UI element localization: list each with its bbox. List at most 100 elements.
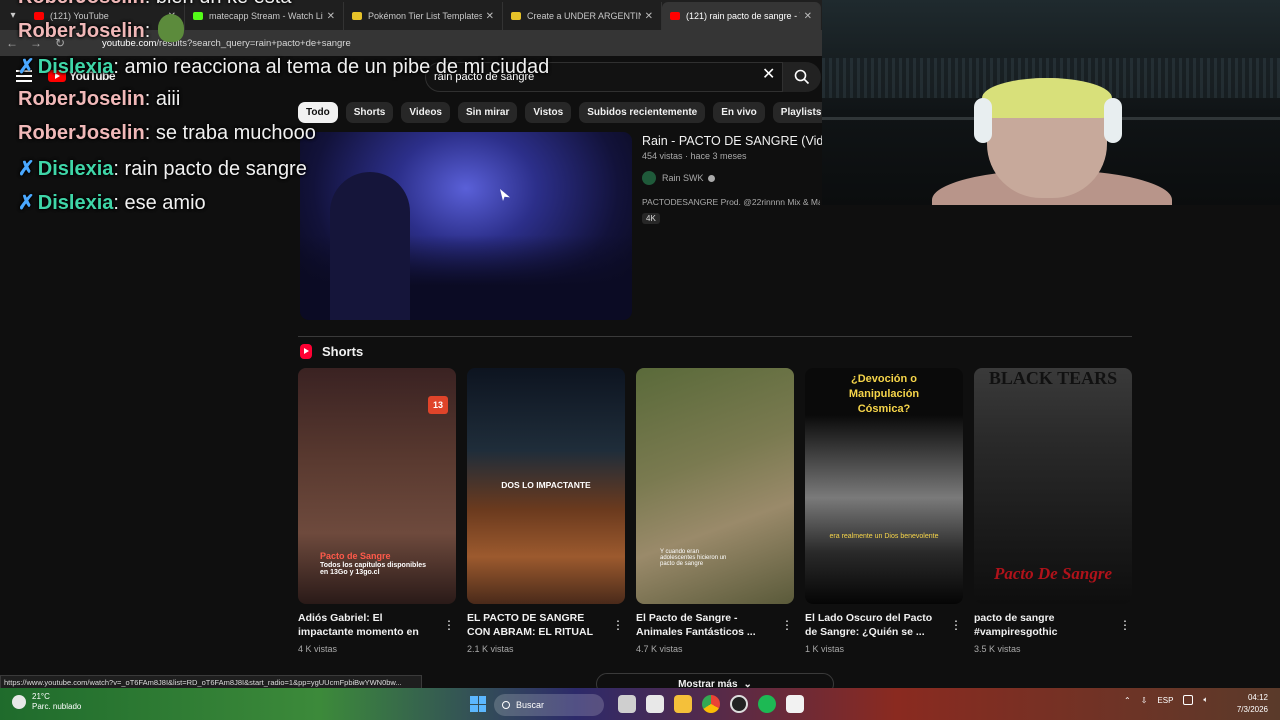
spotify-icon[interactable]: [758, 695, 776, 713]
shorts-heading-text: Shorts: [322, 344, 364, 359]
chip-en-vivo[interactable]: En vivo: [713, 102, 765, 123]
chat-username: RoberJoselin: [18, 122, 145, 144]
short-thumbnail[interactable]: DOS LO IMPACTANTE: [467, 368, 625, 604]
moderator-sword-icon: ✗: [18, 158, 35, 180]
short-overlay-title: DOS LO IMPACTANTE: [501, 480, 591, 490]
webcam-person-hair: [982, 78, 1112, 118]
stream-chat-overlay: RoberJoselin: bien uh ke esta RoberJosel…: [18, 0, 608, 224]
chat-username: RoberJoselin: [18, 88, 145, 110]
taskbar-clock[interactable]: 04:12 7/3/2026: [1226, 692, 1268, 716]
chat-message: ✗ Dislexia: amio reacciona al tema de un …: [18, 56, 550, 78]
chat-message: ✗ Dislexia: rain pacto de sangre: [18, 158, 307, 180]
language-indicator[interactable]: ESP: [1157, 696, 1173, 705]
short-title[interactable]: pacto de sangre #vampiresgothic: [974, 611, 1106, 639]
chat-text: amio reacciona al tema de un pibe de mi …: [124, 56, 550, 78]
chat-text: bien uh ke esta: [156, 0, 292, 8]
channel-avatar[interactable]: [642, 171, 656, 185]
search-button[interactable]: [783, 62, 821, 92]
weather-cloud-icon: [12, 695, 26, 709]
chat-message: RoberJoselin: aiii: [18, 88, 181, 110]
short-overlay-title: Y cuando eran adolescentes hicieron un p…: [660, 549, 727, 567]
chrome-icon[interactable]: [702, 695, 720, 713]
browser-tab-active[interactable]: (121) rain pacto de sangre - You ✕: [662, 2, 821, 30]
screen: ▾ (121) YouTube ✕ matecapp Stream - Watc…: [0, 0, 1280, 720]
short-thumbnail[interactable]: Y cuando eran adolescentes hicieron un p…: [636, 368, 794, 604]
usb-icon[interactable]: ⇩: [1141, 696, 1148, 705]
short-overlay-subtitle: Todos los capítulos disponibles en 13Go …: [320, 562, 427, 576]
chat-text: se traba muchooo: [155, 122, 316, 144]
webcam-feed: [822, 0, 1280, 205]
short-card[interactable]: BLACK TEARS Pacto De Sangre pacto de san…: [974, 368, 1132, 654]
short-overlay-subtitle: Pacto De Sangre: [993, 564, 1113, 583]
chat-username: RoberJoselin: [18, 20, 145, 42]
status-bar-url: https://www.youtube.com/watch?v=_oT6FAm8…: [0, 675, 422, 689]
weather-desc: Parc. nublado: [32, 702, 82, 711]
chat-message: ✗ Dislexia: ese amio: [18, 192, 206, 214]
clear-search-icon[interactable]: ✕: [762, 64, 775, 84]
video-description: PACTODESANGRE Prod. @22rinnnn Mix & Mast…: [642, 197, 820, 207]
short-views: 3.5 K vistas: [974, 644, 1021, 654]
chat-text: rain pacto de sangre: [124, 158, 307, 180]
chip-playlists[interactable]: Playlists: [772, 102, 830, 123]
search-icon: [502, 701, 510, 709]
headset-right-icon: [1104, 98, 1122, 143]
pen-app-icon[interactable]: [618, 695, 636, 713]
volume-icon[interactable]: 🔈︎: [1203, 695, 1208, 705]
more-options-icon[interactable]: ⋮: [443, 618, 455, 632]
chat-username: Dislexia: [37, 158, 114, 180]
video-title[interactable]: Rain - PACTO DE SANGRE (Video Oficial): [642, 134, 822, 148]
taskbar-apps: [618, 695, 804, 713]
video-channel[interactable]: Rain SWK: [642, 171, 715, 185]
short-overlay-title: BLACK TEARS: [988, 368, 1118, 388]
more-options-icon[interactable]: ⋮: [1119, 618, 1131, 632]
taskbar-search[interactable]: Buscar: [494, 694, 604, 716]
short-card[interactable]: 13 Pacto de Sangre Todos los capítulos d…: [298, 368, 456, 654]
short-views: 4 K vistas: [298, 644, 338, 654]
short-views: 1 K vistas: [805, 644, 845, 654]
close-tab-icon[interactable]: ✕: [645, 11, 653, 22]
tab-title: (121) rain pacto de sangre - You: [686, 11, 800, 21]
short-title[interactable]: EL PACTO DE SANGRE CON ABRAM: EL RITUAL …: [467, 611, 599, 639]
moderator-sword-icon: ✗: [18, 192, 35, 214]
short-views: 4.7 K vistas: [636, 644, 683, 654]
short-thumbnail[interactable]: BLACK TEARS Pacto De Sangre: [974, 368, 1132, 604]
quality-badge: 4K: [642, 213, 660, 224]
search-icon: [794, 69, 810, 85]
short-thumbnail[interactable]: 13 Pacto de Sangre Todos los capítulos d…: [298, 368, 456, 604]
short-card[interactable]: ¿Devoción o Manipulación Cósmica? era re…: [805, 368, 963, 654]
more-options-icon[interactable]: ⋮: [781, 618, 793, 632]
chat-text: aiii: [155, 88, 181, 110]
short-title[interactable]: El Lado Oscuro del Pacto de Sangre: ¿Qui…: [805, 611, 937, 639]
chat-message: RoberJoselin: bien uh ke esta: [18, 0, 608, 20]
short-title[interactable]: Adiós Gabriel: El impactante momento en …: [298, 611, 430, 639]
store-icon[interactable]: [786, 695, 804, 713]
headset-left-icon: [974, 98, 992, 143]
taskbar-search-label: Buscar: [516, 700, 545, 710]
taskbar-weather[interactable]: 21°C Parc. nublado: [12, 692, 81, 712]
more-options-icon[interactable]: ⋮: [950, 618, 962, 632]
frog-emote-icon: [158, 14, 184, 42]
chat-username: RoberJoselin: [18, 0, 145, 8]
short-card[interactable]: DOS LO IMPACTANTE EL PACTO DE SANGRE CON…: [467, 368, 625, 654]
shorts-logo-icon: [300, 344, 312, 359]
shorts-heading: Shorts: [300, 344, 363, 359]
section-divider: [298, 336, 1132, 337]
short-card[interactable]: Y cuando eran adolescentes hicieron un p…: [636, 368, 794, 654]
more-options-icon[interactable]: ⋮: [612, 618, 624, 632]
short-overlay-title: Pacto de Sangre: [320, 551, 391, 561]
short-title[interactable]: El Pacto de Sangre - Animales Fantástico…: [636, 611, 768, 639]
tray-chevron-up-icon[interactable]: ⌃: [1124, 696, 1131, 705]
short-thumbnail[interactable]: ¿Devoción o Manipulación Cósmica? era re…: [805, 368, 963, 604]
chat-text: ese amio: [124, 192, 206, 214]
windows-start-icon[interactable]: [470, 696, 486, 712]
clock-date: 7/3/2026: [1236, 705, 1268, 714]
file-explorer-icon[interactable]: [674, 695, 692, 713]
chat-username: Dislexia: [37, 192, 114, 214]
network-icon[interactable]: [1183, 695, 1194, 705]
file-app-icon[interactable]: [646, 695, 664, 713]
close-tab-icon[interactable]: ✕: [804, 11, 812, 22]
weather-text: 21°C Parc. nublado: [32, 692, 81, 712]
verified-check-icon: [707, 174, 715, 182]
obs-icon[interactable]: [730, 695, 748, 713]
channel-name[interactable]: Rain SWK: [662, 173, 704, 183]
